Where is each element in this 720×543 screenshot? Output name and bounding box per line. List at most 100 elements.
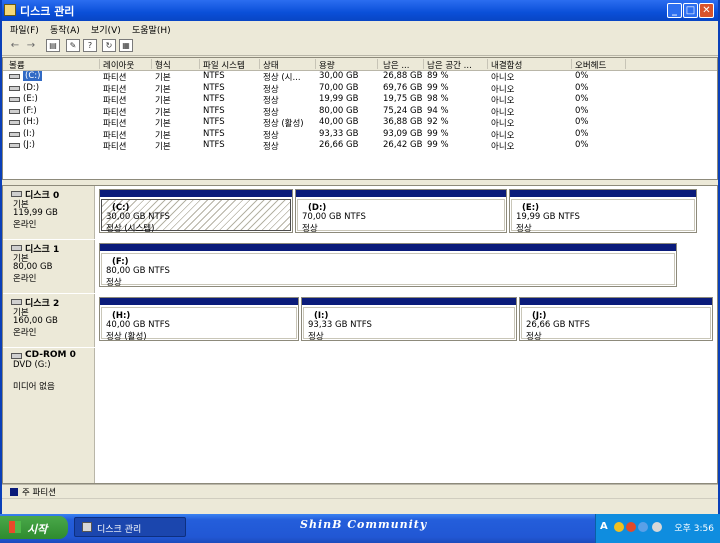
volume-row[interactable]: (I:) 파티션 기본 NTFS 정상 93,33 GB 93,09 GB 99 % 아니오 0% — [3, 129, 717, 141]
volume-cell-capacity: 26,66 GB — [319, 140, 359, 150]
refresh-icon[interactable]: ↻ — [102, 39, 116, 52]
drive-icon — [9, 97, 20, 102]
partition-status: 정상 (활성) — [106, 332, 147, 342]
partition-body: (C:) 30,00 GB NTFS 정상 (시스템) — [101, 199, 291, 234]
volume-row[interactable]: (E:) 파티션 기본 NTFS 정상 19,99 GB 19,75 GB 98 % 아니오 0% — [3, 94, 717, 106]
tray-security-icon[interactable] — [626, 522, 636, 532]
column-header[interactable]: 오버헤드 — [575, 59, 626, 71]
windows-flag-icon — [9, 521, 21, 533]
volume-cell-type: 기본 — [155, 96, 171, 106]
volume-row[interactable]: (J:) 파티션 기본 NTFS 정상 26,66 GB 26,42 GB 99 % 아니오 0% — [3, 140, 717, 152]
console-tree-icon[interactable]: ▤ — [46, 39, 60, 52]
language-indicator[interactable]: A — [600, 521, 608, 532]
column-header[interactable]: 내결함성 — [491, 59, 572, 71]
partition-status: 정상 — [308, 332, 324, 342]
title-bar[interactable]: 디스크 관리 _ □ ✕ — [2, 0, 718, 21]
partition-block[interactable]: (I:) 93,33 GB NTFS 정상 — [301, 297, 517, 342]
disk-label[interactable]: CD-ROM 0 DVD (G:) 미디어 없음 — [3, 348, 95, 483]
volume-cell-ft: 아니오 — [491, 119, 515, 129]
partition-block[interactable]: (E:) 19,99 GB NTFS 정상 — [509, 189, 697, 234]
start-label: 시작 — [27, 523, 48, 536]
column-header[interactable]: 남은 ... — [383, 59, 424, 71]
volume-cell-capacity: 70,00 GB — [319, 82, 359, 93]
volume-cell-name: (J:) — [23, 140, 36, 150]
volume-cell-overhead: 0% — [575, 94, 589, 104]
partition-body: (E:) 19,99 GB NTFS 정상 — [511, 199, 695, 234]
volume-cell-fs: NTFS — [203, 128, 225, 139]
volume-cell-layout: 파티션 — [103, 73, 127, 83]
disk-state: 온라인 — [13, 220, 37, 230]
disk-management-icon — [4, 4, 16, 16]
properties-icon[interactable]: ✎ — [66, 39, 80, 52]
menu-help[interactable]: 도움말(H) — [132, 23, 171, 36]
menu-file[interactable]: 파일(F) — [10, 23, 39, 36]
partition-info: 93,33 GB NTFS — [308, 320, 372, 330]
volume-row[interactable]: (C:) 파티션 기본 NTFS 정상 (시... 30,00 GB 26,88 GB 89 … — [3, 71, 717, 83]
help-icon[interactable]: ? — [83, 39, 97, 52]
volume-cell-pct: 98 % — [427, 94, 449, 104]
disk-icon — [11, 353, 22, 359]
volume-cell-free: 93,09 GB — [383, 128, 423, 139]
disk-state: 미디어 없음 — [13, 382, 55, 392]
partition-block[interactable]: (D:) 70,00 GB NTFS 정상 — [295, 189, 507, 234]
disk-name: 디스크 2 — [25, 299, 60, 309]
partition-block[interactable]: (H:) 40,00 GB NTFS 정상 (활성) — [99, 297, 299, 342]
volume-cell-type: 기본 — [155, 119, 171, 129]
column-header[interactable]: 남은 공간 ... — [427, 59, 488, 71]
partition-body: (J:) 26,66 GB NTFS 정상 — [521, 307, 711, 342]
menu-action[interactable]: 동작(A) — [50, 23, 80, 36]
volume-cell-fs: NTFS — [203, 105, 225, 116]
partition-block[interactable]: (F:) 80,00 GB NTFS 정상 — [99, 243, 677, 288]
volume-cell-pct: 99 % — [427, 128, 449, 139]
volume-cell-status: 정상 — [263, 142, 279, 152]
back-arrow-icon[interactable]: ← — [8, 39, 22, 52]
volume-cell-fs: NTFS — [203, 71, 225, 81]
minimize-button[interactable]: _ — [667, 3, 682, 18]
disk-label[interactable]: 디스크 1 기본 80,00 GB 온라인 — [3, 240, 95, 293]
window-title: 디스크 관리 — [20, 5, 75, 18]
tray-app-icon[interactable] — [614, 522, 624, 532]
primary-partition-bar — [100, 190, 292, 197]
volume-cell-status: 정상 — [263, 84, 279, 95]
start-button[interactable]: 시작 — [0, 516, 68, 539]
tray-network-icon[interactable] — [638, 522, 648, 532]
disk-management-icon — [82, 522, 92, 532]
disk-label[interactable]: 디스크 0 기본 119,99 GB 온라인 — [3, 186, 95, 239]
column-header[interactable]: 상태 — [263, 59, 316, 71]
disk-graphical-view: 디스크 0 기본 119,99 GB 온라인 (C:) 30,00 GB NTFS 정상 (… — [2, 185, 718, 484]
volume-cell-free: 36,88 GB — [383, 117, 423, 127]
volume-cell-layout: 파티션 — [103, 130, 127, 141]
primary-partition-bar — [520, 298, 712, 305]
column-header[interactable]: 볼륨 — [9, 59, 100, 71]
column-header[interactable]: 형식 — [155, 59, 200, 71]
close-button[interactable]: ✕ — [699, 3, 714, 18]
drive-icon — [9, 74, 20, 79]
menu-bar: 파일(F) 동작(A) 보기(V) 도움말(H) — [2, 21, 718, 38]
volume-cell-status: 정상 — [263, 107, 279, 118]
partition-body: (I:) 93,33 GB NTFS 정상 — [303, 307, 515, 342]
partition-status: 정상 — [302, 224, 318, 234]
disk-row: CD-ROM 0 DVD (G:) 미디어 없음 — [3, 348, 717, 483]
forward-arrow-icon[interactable]: → — [24, 39, 38, 52]
taskbar-item-disk-management[interactable]: 디스크 관리 — [74, 517, 186, 537]
volume-icon[interactable] — [652, 522, 662, 532]
volume-row[interactable]: (H:) 파티션 기본 NTFS 정상 (활성) 40,00 GB 36,88 GB 92 %… — [3, 117, 717, 129]
menu-view[interactable]: 보기(V) — [91, 23, 121, 36]
column-header[interactable]: 용량 — [319, 59, 378, 71]
volume-cell-layout: 파티션 — [103, 96, 127, 106]
disk-name: 디스크 0 — [25, 191, 60, 201]
volume-cell-status: 정상 (활성) — [263, 119, 304, 129]
volume-row[interactable]: (F:) 파티션 기본 NTFS 정상 80,00 GB 75,24 GB 94 % 아니오 0% — [3, 106, 717, 118]
volume-row[interactable]: (D:) 파티션 기본 NTFS 정상 70,00 GB 69,76 GB 99 % 아니오 0% — [3, 83, 717, 95]
column-header[interactable]: 파일 시스템 — [203, 59, 260, 71]
maximize-button[interactable]: □ — [683, 3, 698, 18]
partition-body: (H:) 40,00 GB NTFS 정상 (활성) — [101, 307, 297, 342]
partition-block[interactable]: (J:) 26,66 GB NTFS 정상 — [519, 297, 713, 342]
disk-icon — [11, 245, 22, 251]
partition-block[interactable]: (C:) 30,00 GB NTFS 정상 (시스템) — [99, 189, 293, 234]
disk-label[interactable]: 디스크 2 기본 160,00 GB 온라인 — [3, 294, 95, 347]
rescan-icon[interactable]: ▦ — [119, 39, 133, 52]
volume-cell-name: (D:) — [23, 82, 40, 93]
volume-cell-capacity: 30,00 GB — [319, 71, 359, 81]
column-header[interactable]: 레이아웃 — [103, 59, 152, 71]
